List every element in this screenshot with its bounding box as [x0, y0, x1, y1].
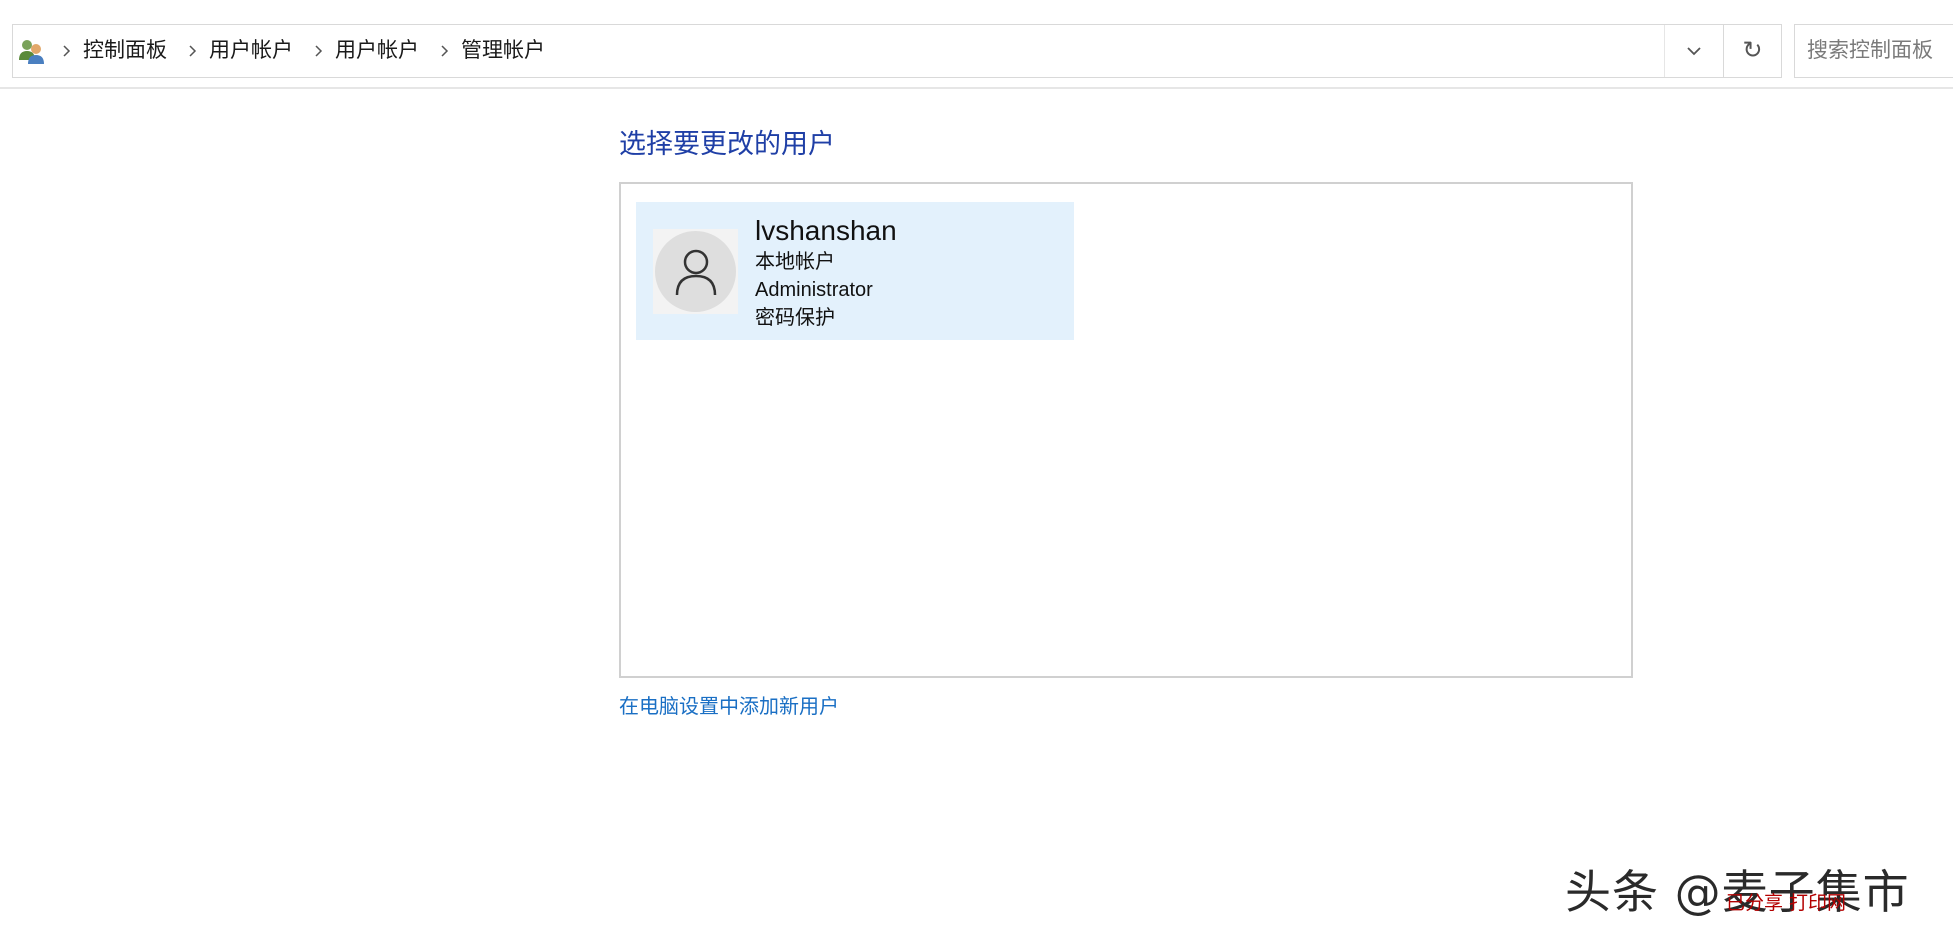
chevron-right-icon: [55, 41, 77, 61]
user-tile[interactable]: lvshanshan 本地帐户 Administrator 密码保护: [636, 202, 1074, 340]
chevron-right-icon: [307, 41, 329, 61]
add-new-user-link[interactable]: 在电脑设置中添加新用户: [619, 690, 839, 719]
chevron-down-icon: [1687, 47, 1701, 56]
page-title: 选择要更改的用户: [619, 129, 835, 159]
user-password-status: 密码保护: [755, 307, 835, 329]
breadcrumb-user-accounts-sub[interactable]: 用户帐户: [333, 24, 425, 78]
user-list-panel: lvshanshan 本地帐户 Administrator 密码保护: [619, 182, 1633, 678]
breadcrumb-control-panel[interactable]: 控制面板: [81, 24, 173, 78]
avatar-circle: [655, 231, 736, 312]
search-box[interactable]: [1794, 24, 1953, 78]
user-account-type: 本地帐户: [755, 251, 835, 273]
refresh-button[interactable]: ↻: [1724, 24, 1782, 78]
refresh-icon: ↻: [1742, 37, 1763, 64]
control-panel-window: 控制面板 用户帐户 用户帐户 管理帐户 ↻ 选择要更改的用户: [0, 0, 1953, 941]
user-info: lvshanshan 本地帐户 Administrator 密码保护: [755, 214, 897, 332]
address-bar[interactable]: 控制面板 用户帐户 用户帐户 管理帐户: [12, 24, 1724, 78]
header-divider: [0, 87, 1953, 89]
watermark-subtext: 已分享 打印网: [1726, 892, 1847, 914]
users-icon[interactable]: [17, 36, 47, 66]
user-name: lvshanshan: [755, 215, 897, 246]
search-input[interactable]: [1795, 38, 1953, 64]
address-history-dropdown[interactable]: [1664, 25, 1723, 77]
chevron-right-icon: [433, 41, 455, 61]
breadcrumb-manage-accounts[interactable]: 管理帐户: [459, 24, 551, 78]
breadcrumb-user-accounts[interactable]: 用户帐户: [207, 24, 299, 78]
person-icon: [675, 249, 716, 295]
avatar: [653, 229, 738, 314]
user-role: Administrator: [755, 279, 873, 301]
chevron-right-icon: [181, 41, 203, 61]
